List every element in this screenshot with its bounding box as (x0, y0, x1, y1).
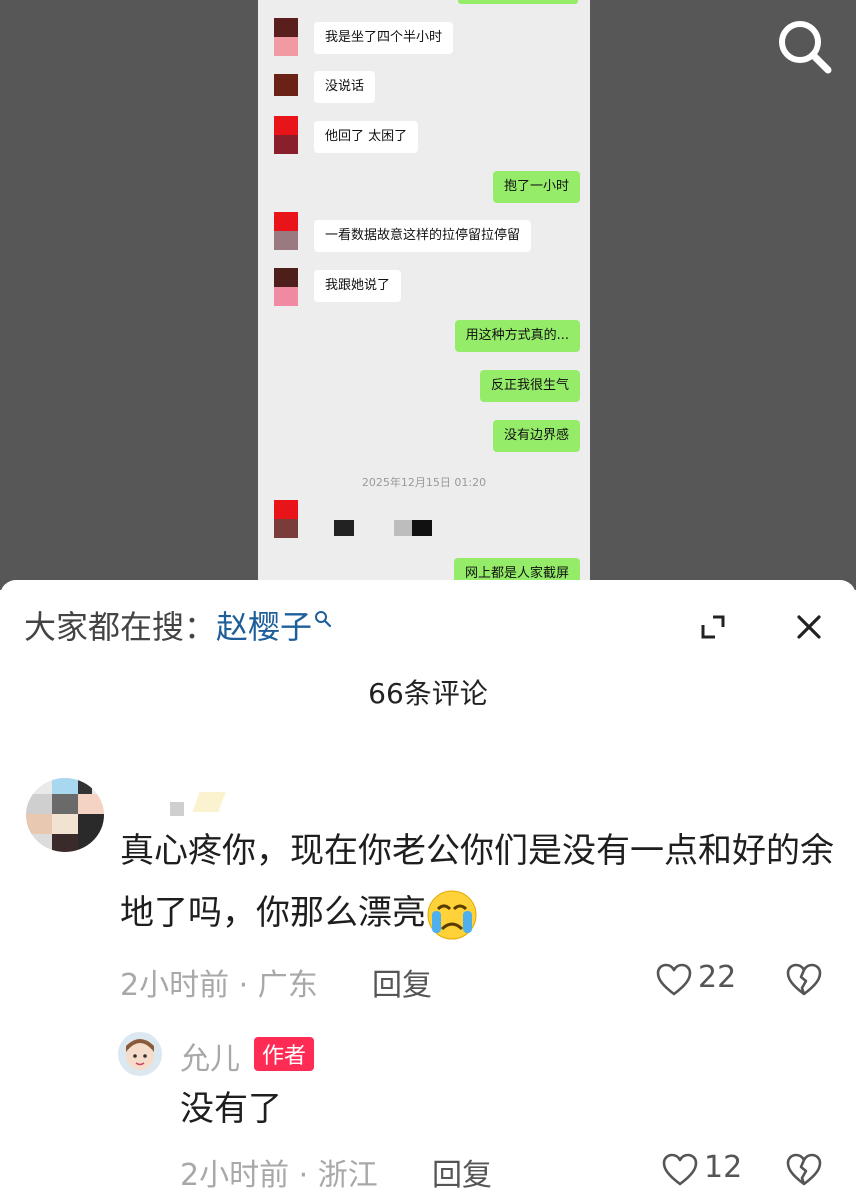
reply-button[interactable]: 回复 (432, 1150, 492, 1194)
video-area[interactable]: 我是坐了四个半小时 没说话 他回了 太困了 抱了一小时 一看数据故意这样的拉停留… (0, 0, 856, 590)
chat-bubble-right: 抱了一小时 (492, 171, 580, 203)
chat-bubble-partial (458, 0, 578, 4)
avatar-pixelated (274, 500, 298, 538)
author-avatar[interactable] (118, 1032, 162, 1076)
chat-bubble-right: 用这种方式真的... (454, 320, 580, 352)
close-icon[interactable] (794, 612, 824, 642)
search-icon (315, 611, 332, 628)
comments-panel: 大家都在搜：赵樱子 66条评论 真心疼你，现在你老公你们是没有一点和好的余地了吗… (0, 580, 856, 1193)
avatar[interactable] (26, 778, 104, 852)
avatar-pixelated (274, 18, 298, 56)
avatar-pixelated (274, 212, 298, 250)
chat-screenshot: 我是坐了四个半小时 没说话 他回了 太困了 抱了一小时 一看数据故意这样的拉停留… (258, 0, 590, 590)
hot-search-keyword[interactable]: 赵樱子 (216, 608, 312, 646)
avatar-pixelated (274, 268, 298, 306)
chat-bubble-left: 一看数据故意这样的拉停留拉停留 (314, 220, 532, 252)
chat-bubble-left: 没说话 (314, 71, 376, 103)
like-count: 22 (698, 960, 737, 995)
redacted-block (412, 520, 432, 536)
username-redacted (170, 802, 184, 816)
chat-bubble-right: 没有边界感 (492, 420, 580, 452)
redacted-block (394, 520, 412, 536)
avatar-pixelated (274, 74, 298, 96)
crying-face-emoji (426, 889, 478, 941)
reply-meta: 2小时前 · 浙江 (180, 1158, 378, 1193)
heart-icon[interactable] (662, 1153, 698, 1187)
comment-text: 真心疼你，现在你老公你们是没有一点和好的余地了吗，你那么漂亮 (120, 820, 836, 944)
chat-bubble-left: 他回了 太困了 (314, 121, 419, 153)
comment-meta: 2小时前 · 广东 (120, 968, 318, 1003)
chat-bubble-left: 我跟她说了 (314, 270, 402, 302)
chat-bubble-right: 反正我很生气 (479, 370, 580, 402)
heart-icon[interactable] (656, 963, 692, 997)
hot-search-bar[interactable]: 大家都在搜：赵樱子 (24, 602, 332, 648)
chat-timestamp: 2025年12月15日 01:20 (361, 476, 487, 489)
search-icon[interactable] (772, 14, 836, 78)
avatar-pixelated (274, 116, 298, 154)
comment-count: 66条评论 (368, 677, 488, 710)
expand-icon[interactable] (698, 612, 728, 642)
author-name[interactable]: 允儿 (180, 1034, 240, 1078)
redacted-block (334, 520, 354, 536)
broken-heart-icon[interactable] (786, 1153, 822, 1187)
author-badge: 作者 (254, 1037, 315, 1071)
like-count: 12 (704, 1150, 743, 1185)
chat-bubble-left: 我是坐了四个半小时 (314, 22, 454, 54)
username-redacted (192, 792, 226, 812)
hot-search-prefix: 大家都在搜： (24, 608, 217, 646)
broken-heart-icon[interactable] (786, 963, 822, 997)
reply-text: 没有了 (180, 1089, 282, 1129)
reply-button[interactable]: 回复 (372, 960, 432, 1004)
